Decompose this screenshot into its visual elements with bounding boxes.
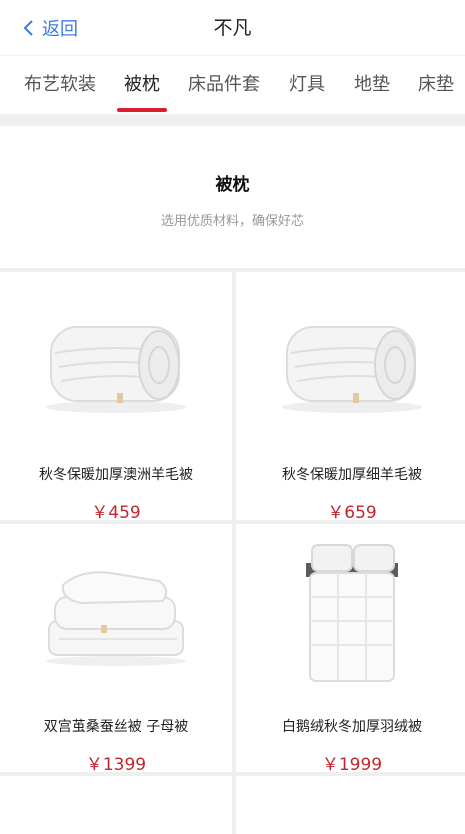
product-card[interactable]	[0, 776, 232, 834]
product-card[interactable]: 秋冬保暖加厚细羊毛被 ￥659	[236, 272, 465, 523]
product-name: 双宫茧桑蚕丝被 子母被	[43, 719, 189, 735]
product-price: ￥1399	[85, 755, 147, 775]
tab-quilts-pillows[interactable]: 被枕	[124, 72, 160, 98]
product-name: 秋冬保暖加厚澳洲羊毛被	[39, 467, 193, 483]
product-card[interactable]: 白鹅绒秋冬加厚羽绒被 ￥1999	[236, 524, 465, 775]
tab-bedding-sets[interactable]: 床品件套	[188, 72, 260, 98]
product-card[interactable]: 秋冬保暖加厚澳洲羊毛被 ￥459	[0, 272, 232, 523]
section-title: 被枕	[215, 175, 250, 195]
product-price: ￥459	[91, 503, 141, 523]
tab-fabric-decor[interactable]: 布艺软装	[24, 72, 96, 98]
product-card[interactable]: 双宫茧桑蚕丝被 子母被 ￥1399	[0, 524, 232, 775]
section-subtitle: 选用优质材料，确保好芯	[160, 214, 304, 229]
active-tab-indicator	[117, 108, 167, 112]
divider	[0, 114, 465, 126]
navigation-bar: 返回 不凡	[0, 0, 465, 56]
tab-mattresses[interactable]: 床垫	[418, 72, 454, 98]
back-button[interactable]: 返回	[22, 14, 78, 42]
product-name: 白鹅绒秋冬加厚羽绒被	[282, 719, 422, 735]
product-card[interactable]	[236, 776, 465, 834]
tab-floor-mats[interactable]: 地垫	[354, 72, 390, 98]
product-name: 秋冬保暖加厚细羊毛被	[282, 467, 422, 483]
product-price: ￥659	[327, 503, 377, 523]
folded-quilt-image	[236, 272, 465, 452]
stacked-silk-quilt-image	[0, 524, 232, 704]
section-header: 被枕 选用优质材料，确保好芯	[0, 126, 465, 268]
tab-lamps[interactable]: 灯具	[289, 72, 325, 98]
product-price: ￥1999	[321, 755, 383, 775]
chevron-left-icon	[23, 20, 33, 36]
back-label: 返回	[42, 19, 78, 40]
folded-quilt-image	[0, 272, 232, 452]
bed-duvet-image	[236, 524, 465, 704]
category-tabs: 布艺软装 被枕 床品件套 灯具 地垫 床垫	[0, 58, 465, 114]
